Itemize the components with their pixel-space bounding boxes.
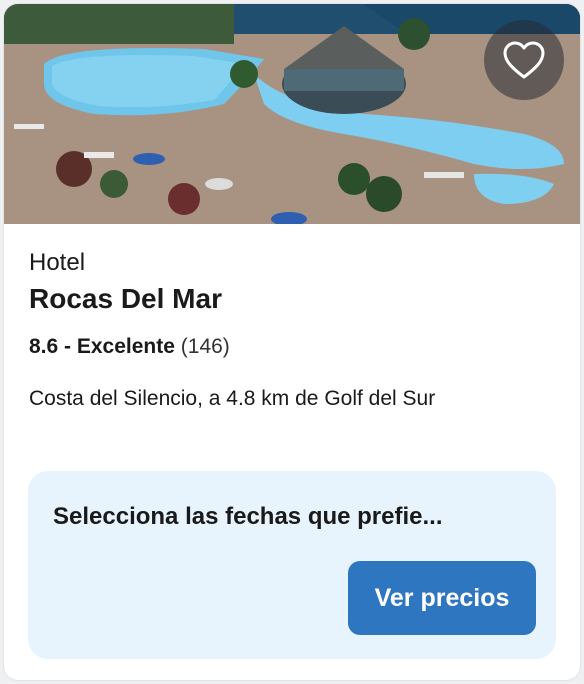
select-dates-prompt: Selecciona las fechas que prefie... [53, 503, 443, 530]
rating-score: 8.6 - Excelente [29, 335, 175, 358]
heart-outline-icon [503, 41, 545, 79]
see-prices-button[interactable]: Ver precios [348, 561, 536, 635]
hotel-photo[interactable] [4, 4, 580, 224]
rating: 8.6 - Excelente (146) [29, 334, 560, 360]
hotel-details: Hotel Rocas Del Mar 8.6 - Excelente (146… [29, 248, 560, 412]
hotel-card[interactable]: Hotel Rocas Del Mar 8.6 - Excelente (146… [4, 4, 580, 680]
favorite-button[interactable] [484, 20, 564, 100]
property-type: Hotel [29, 249, 86, 276]
hotel-name[interactable]: Rocas Del Mar [29, 282, 560, 316]
dates-cta-panel: Selecciona las fechas que prefie... Ver … [28, 471, 556, 659]
location-text: Costa del Silencio, a 4.8 km de Golf del… [29, 387, 436, 410]
review-count: (146) [180, 335, 230, 358]
